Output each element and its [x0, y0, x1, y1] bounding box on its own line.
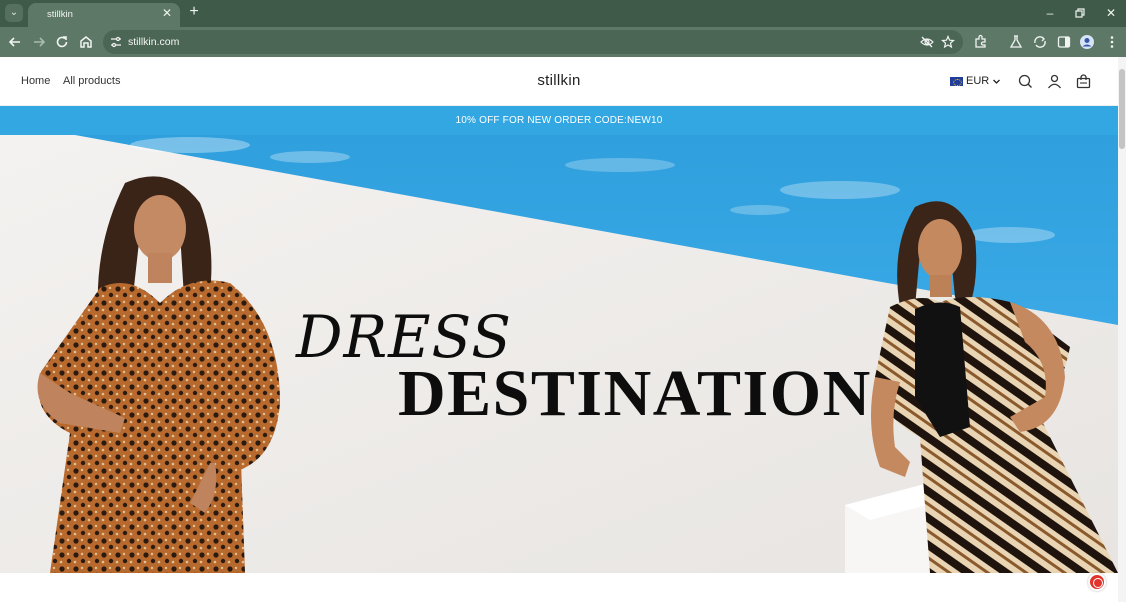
url-text[interactable]: stillkin.com [128, 36, 179, 48]
page-scrollbar[interactable] [1118, 57, 1126, 602]
reload-icon[interactable] [53, 33, 71, 51]
eye-off-icon[interactable] [920, 35, 934, 49]
model-right-image [871, 201, 1118, 573]
close-window-icon[interactable]: ✕ [1102, 4, 1120, 22]
profile-icon[interactable] [1079, 34, 1095, 50]
home-icon[interactable] [77, 33, 95, 51]
back-icon[interactable] [6, 33, 24, 51]
hero-banner[interactable]: DRESS DESTINATION [0, 135, 1118, 573]
star-icon[interactable] [941, 35, 955, 49]
new-tab-icon[interactable]: + [185, 3, 203, 21]
address-bar[interactable]: stillkin.com [103, 30, 963, 54]
search-icon[interactable] [1018, 74, 1033, 89]
extensions-icon[interactable] [973, 34, 989, 50]
chevron-down-icon [993, 79, 1001, 84]
sync-icon[interactable] [1032, 34, 1048, 50]
forward-icon[interactable] [30, 33, 48, 51]
site-settings-icon[interactable] [109, 35, 123, 49]
browser-tab-bar: ⌄ stillkin ✕ + – ✕ [0, 0, 1126, 27]
tab-list-icon[interactable]: ⌄ [5, 4, 23, 22]
site-header: Home All products stillkin EUR [0, 57, 1118, 106]
minimize-icon[interactable]: – [1041, 4, 1059, 22]
close-tab-icon[interactable]: ✕ [160, 6, 174, 20]
model-left-image [37, 176, 280, 573]
section-below-hero [0, 573, 1118, 602]
currency-label: EUR [966, 75, 990, 87]
scrollbar-thumb[interactable] [1119, 69, 1125, 149]
hero-headline-line2: DESTINATION [398, 357, 872, 430]
menu-icon[interactable] [1104, 34, 1120, 50]
chat-icon[interactable] [1088, 573, 1106, 591]
browser-toolbar: stillkin.com [0, 27, 1126, 57]
labs-icon[interactable] [1008, 34, 1024, 50]
restore-icon[interactable] [1071, 4, 1089, 22]
currency-selector[interactable]: EUR [950, 74, 1001, 88]
tab-title: stillkin [47, 9, 73, 20]
account-icon[interactable] [1047, 74, 1062, 89]
announcement-bar[interactable]: 10% OFF FOR NEW ORDER CODE:NEW10 [0, 106, 1118, 135]
cart-icon[interactable] [1076, 74, 1091, 89]
browser-tab[interactable]: stillkin ✕ [28, 3, 180, 27]
eu-flag-icon [950, 76, 963, 86]
side-panel-icon[interactable] [1056, 34, 1072, 50]
